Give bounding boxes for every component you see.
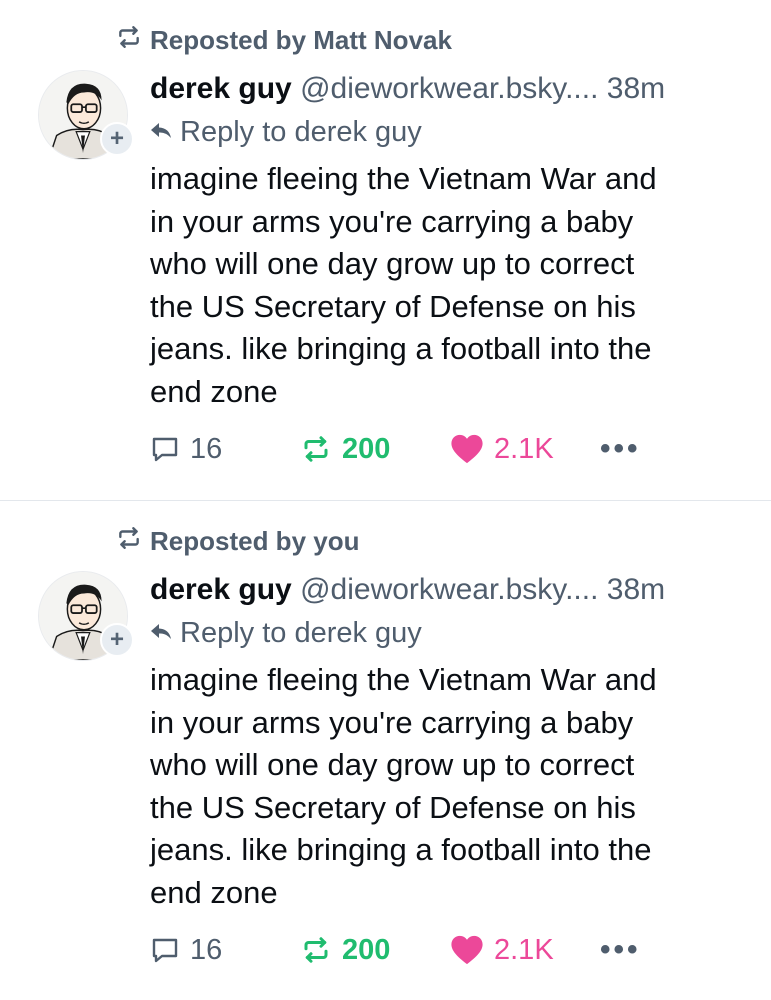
more-options-icon[interactable]: ••• [600,933,641,967]
post-timestamp[interactable]: 38m [607,573,665,606]
post-header: derek guy @dieworkwear.bsky.... 38m [150,70,750,108]
repost-icon [300,434,332,464]
author-name[interactable]: derek guy [150,573,292,606]
reply-button[interactable]: 16 [150,433,300,466]
repost-label: Reposted by Matt Novak [150,25,452,55]
post-text-line: who will one day grow up to correct [150,246,635,281]
post-text-line: in your arms you're carrying a baby [150,704,634,740]
post-text-line: end zone [150,874,278,910]
heart-icon [450,934,484,966]
reply-arrow-icon [150,114,172,150]
reply-to-label: Reply to derek guy [180,116,422,148]
reply-arrow-icon [150,615,172,651]
follow-button[interactable]: + [100,623,134,657]
follow-button[interactable]: + [100,122,134,156]
post-text-line: end zone [150,373,278,409]
comment-icon [150,935,180,965]
reply-count: 16 [190,933,223,966]
feed-post[interactable]: Reposted by Matt Novak + derek guy @diew… [0,0,771,500]
avatar-container[interactable]: + [38,571,134,661]
repost-label: Reposted by you [150,526,360,556]
repost-icon [300,935,332,965]
reply-count: 16 [190,432,223,465]
post-text-line: the US Secretary of Defense on his [150,789,636,825]
heart-icon [450,433,484,465]
repost-attribution[interactable]: Reposted by you [116,525,359,558]
like-button[interactable]: 2.1K [450,433,600,466]
like-count: 2.1K [494,432,554,465]
post-text-line: jeans. like bringing a football into the [150,331,652,366]
post-text-line: the US Secretary of Defense on his [150,288,636,324]
post-text-line: imagine fleeing the Vietnam War and [150,161,657,196]
post-text-line: imagine fleeing the Vietnam War and [150,662,657,697]
like-count: 2.1K [494,933,554,966]
repost-button[interactable]: 200 [300,934,450,967]
repost-small-icon [116,24,142,57]
post-text: imagine fleeing the Vietnam War and in yo… [150,158,740,413]
repost-attribution[interactable]: Reposted by Matt Novak [116,24,452,57]
post-content: derek guy @dieworkwear.bsky.... 38m Repl… [150,571,750,914]
feed: Reposted by Matt Novak + derek guy @diew… [0,0,771,1000]
reply-to-label: Reply to derek guy [180,617,422,649]
avatar-container[interactable]: + [38,70,134,160]
reply-context[interactable]: Reply to derek guy [150,114,750,150]
repost-count: 200 [342,432,391,465]
feed-post[interactable]: Reposted by you + derek guy @dieworkwear… [0,500,771,1000]
post-actions: 16 200 2.1K ••• [150,432,641,466]
post-actions: 16 200 2.1K ••• [150,933,641,967]
reply-context[interactable]: Reply to derek guy [150,615,750,651]
more-options-icon[interactable]: ••• [600,432,641,466]
post-timestamp[interactable]: 38m [607,72,665,105]
repost-small-icon [116,525,142,558]
post-text-line: jeans. like bringing a football into the [150,832,652,867]
post-header: derek guy @dieworkwear.bsky.... 38m [150,571,750,609]
post-text-line: who will one day grow up to correct [150,747,635,782]
post-text: imagine fleeing the Vietnam War and in yo… [150,659,740,914]
comment-icon [150,434,180,464]
reply-button[interactable]: 16 [150,934,300,967]
repost-count: 200 [342,933,391,966]
post-text-line: in your arms you're carrying a baby [150,203,634,239]
post-content: derek guy @dieworkwear.bsky.... 38m Repl… [150,70,750,413]
like-button[interactable]: 2.1K [450,934,600,967]
author-name[interactable]: derek guy [150,72,292,105]
author-handle[interactable]: @dieworkwear.bsky.... [300,72,598,105]
repost-button[interactable]: 200 [300,433,450,466]
author-handle[interactable]: @dieworkwear.bsky.... [300,573,598,606]
